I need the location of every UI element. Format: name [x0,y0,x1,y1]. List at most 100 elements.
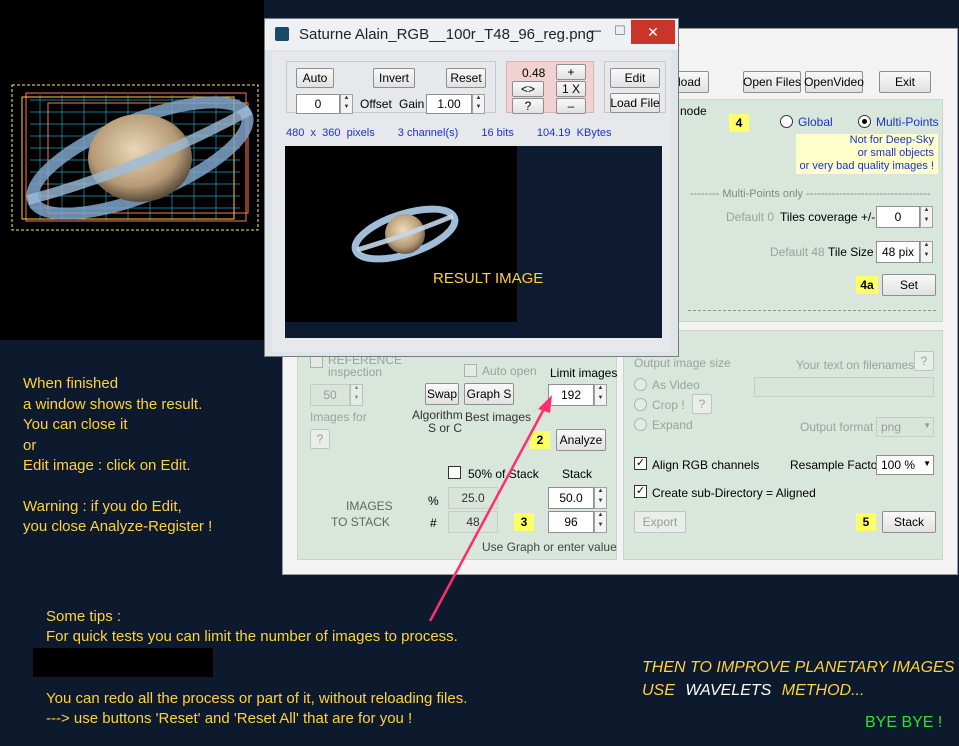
image-info: 480 x 360 pixels 3 channel(s) 16 bits 10… [286,127,666,143]
edit-button[interactable]: Edit [610,68,660,88]
images-for-spinner[interactable]: ▲ ▼ [350,384,363,406]
align-rgb-checkbox[interactable]: ✓ [634,457,647,470]
redo-annotation: You can redo all the process or part of … [46,689,467,729]
step-5-badge: 5 [856,513,876,531]
multipoints-label: Multi-Points [876,115,939,129]
close-button[interactable]: ✕ [631,20,675,44]
help-button[interactable]: ? [310,429,330,449]
output-image-size-label: Output image size [634,356,731,370]
fit-button[interactable]: <> [512,81,544,97]
then-improve-text: THEN TO IMPROVE PLANETARY IMAGES [642,659,955,676]
image-size: 104.19 [536,127,571,139]
resample-label: Resample Factor [790,458,882,472]
result-body: Auto Invert Reset 0 ▲ ▼ Offset Gain 1.00 … [272,52,671,352]
left-note-8: you close Analyze-Register ! [23,518,213,535]
your-text-help-button[interactable]: ? [914,351,934,371]
zoom-in-button[interactable]: + [556,64,586,80]
maximize-button[interactable]: ☐ [609,23,631,43]
images-for-label: Images for [310,410,367,424]
image-pixels-label: pixels [346,127,375,139]
create-subdir-checkbox[interactable]: ✓ [634,485,647,498]
inspection-label: inspection [328,365,383,379]
open-video-button[interactable]: OpenVideo [804,71,864,93]
saturn-tiles-image [11,84,259,231]
offset-spinner[interactable]: ▲ ▼ [340,94,353,114]
stack-button[interactable]: Stack [882,511,936,533]
output-format-select[interactable]: png ▼ [876,417,934,437]
open-files-button[interactable]: Open Files [743,71,801,93]
image-bits: 16 bits [481,127,514,139]
zoom-value: 0.48 [522,66,546,80]
note-line-3: or very bad quality images ! [799,160,934,172]
note-line-2: or small objects [857,147,934,159]
tips-annotation: Some tips : For quick tests you can limi… [46,607,458,647]
set-button[interactable]: Set [882,274,936,296]
analyze-button[interactable]: Analyze [556,429,606,451]
gain-spinner[interactable]: ▲ ▼ [472,94,485,114]
as-video-radio[interactable] [634,378,647,391]
auto-button[interactable]: Auto [296,68,334,88]
export-button[interactable]: Export [634,511,686,533]
method-text: METHOD... [781,682,865,699]
images-to-stack-label-2: TO STACK [331,515,390,529]
your-text-label: Your text on filenames [796,358,915,372]
zoom-help-button[interactable]: ? [512,98,544,114]
tips-line-2: For quick tests you can limit the number… [46,628,458,645]
crop-label: Crop ! [652,398,685,412]
image-height: 360 [322,127,341,139]
left-annotation: When finished a window shows the result.… [23,374,212,538]
redo-line-1: You can redo all the process or part of … [46,690,468,707]
tiles-coverage-input[interactable]: 0 [876,206,920,228]
tile-size-label: Tile Size [828,245,874,259]
output-format-label: Output format [800,420,874,434]
crop-help-button[interactable]: ? [692,394,712,414]
tile-size-input[interactable]: 48 pix [876,241,920,263]
stack-percent-spinner[interactable]: ▲ ▼ [594,487,607,509]
multipoints-radio[interactable] [858,115,871,128]
result-titlebar: Saturne Alain_RGB__100r_T48_96_reg.png —… [265,19,678,50]
one-x-button[interactable]: 1 X [556,81,586,97]
note-line-1: Not for Deep-Sky [849,134,934,146]
resample-value: 100 % [881,458,916,472]
crop-radio[interactable] [634,398,647,411]
offset-input[interactable]: 0 [296,94,340,114]
left-note-4: or [23,436,37,454]
step-4-badge: 4 [729,114,749,132]
auto-open-checkbox[interactable] [464,364,477,377]
tiles-coverage-spinner[interactable]: ▲ ▼ [920,206,933,228]
resample-select[interactable]: 100 % ▼ [876,455,934,475]
auto-open-label: Auto open [482,364,537,378]
wavelets-text: WAVELETS [685,682,772,699]
images-for-input[interactable]: 50 [310,384,350,406]
saturn-result-image [351,205,459,263]
load-file-button[interactable]: Load File [610,93,660,113]
filename-text-input[interactable] [754,377,934,397]
gain-input[interactable]: 1.00 [426,94,472,114]
tile-size-spinner[interactable]: ▲ ▼ [920,241,933,263]
global-label: Global [798,115,833,129]
result-image: RESULT IMAGE [285,146,662,338]
left-note-1: When finished [23,375,119,392]
gain-label: Gain [399,97,425,111]
step-4a-badge: 4a [856,276,878,294]
app-icon [275,27,289,41]
result-image-label: RESULT IMAGE [433,270,544,287]
tiles-coverage-label: Tiles coverage +/- [780,210,876,224]
expand-radio[interactable] [634,418,647,431]
images-to-stack-label-1: IMAGES [346,499,393,513]
minimize-button[interactable]: — [583,23,607,43]
output-format-value: png [881,420,902,434]
left-note-5: Edit image : click on Edit. [23,457,191,474]
chevron-down-icon: ▼ [923,459,931,468]
annotation-arrow [428,395,552,622]
exit-button[interactable]: Exit [879,71,931,93]
zoom-out-button[interactable]: – [556,98,586,114]
limit-images-spinner[interactable]: ▲ ▼ [594,384,607,406]
reset-button[interactable]: Reset [446,68,486,88]
global-radio[interactable] [780,115,793,128]
left-note-3: You can close it [23,416,128,433]
stack-count-spinner[interactable]: ▲ ▼ [594,511,607,533]
multipoints-only-divider: -------- Multi-Points only -------------… [690,188,930,200]
invert-button[interactable]: Invert [373,68,415,88]
align-rgb-label: Align RGB channels [652,458,760,472]
